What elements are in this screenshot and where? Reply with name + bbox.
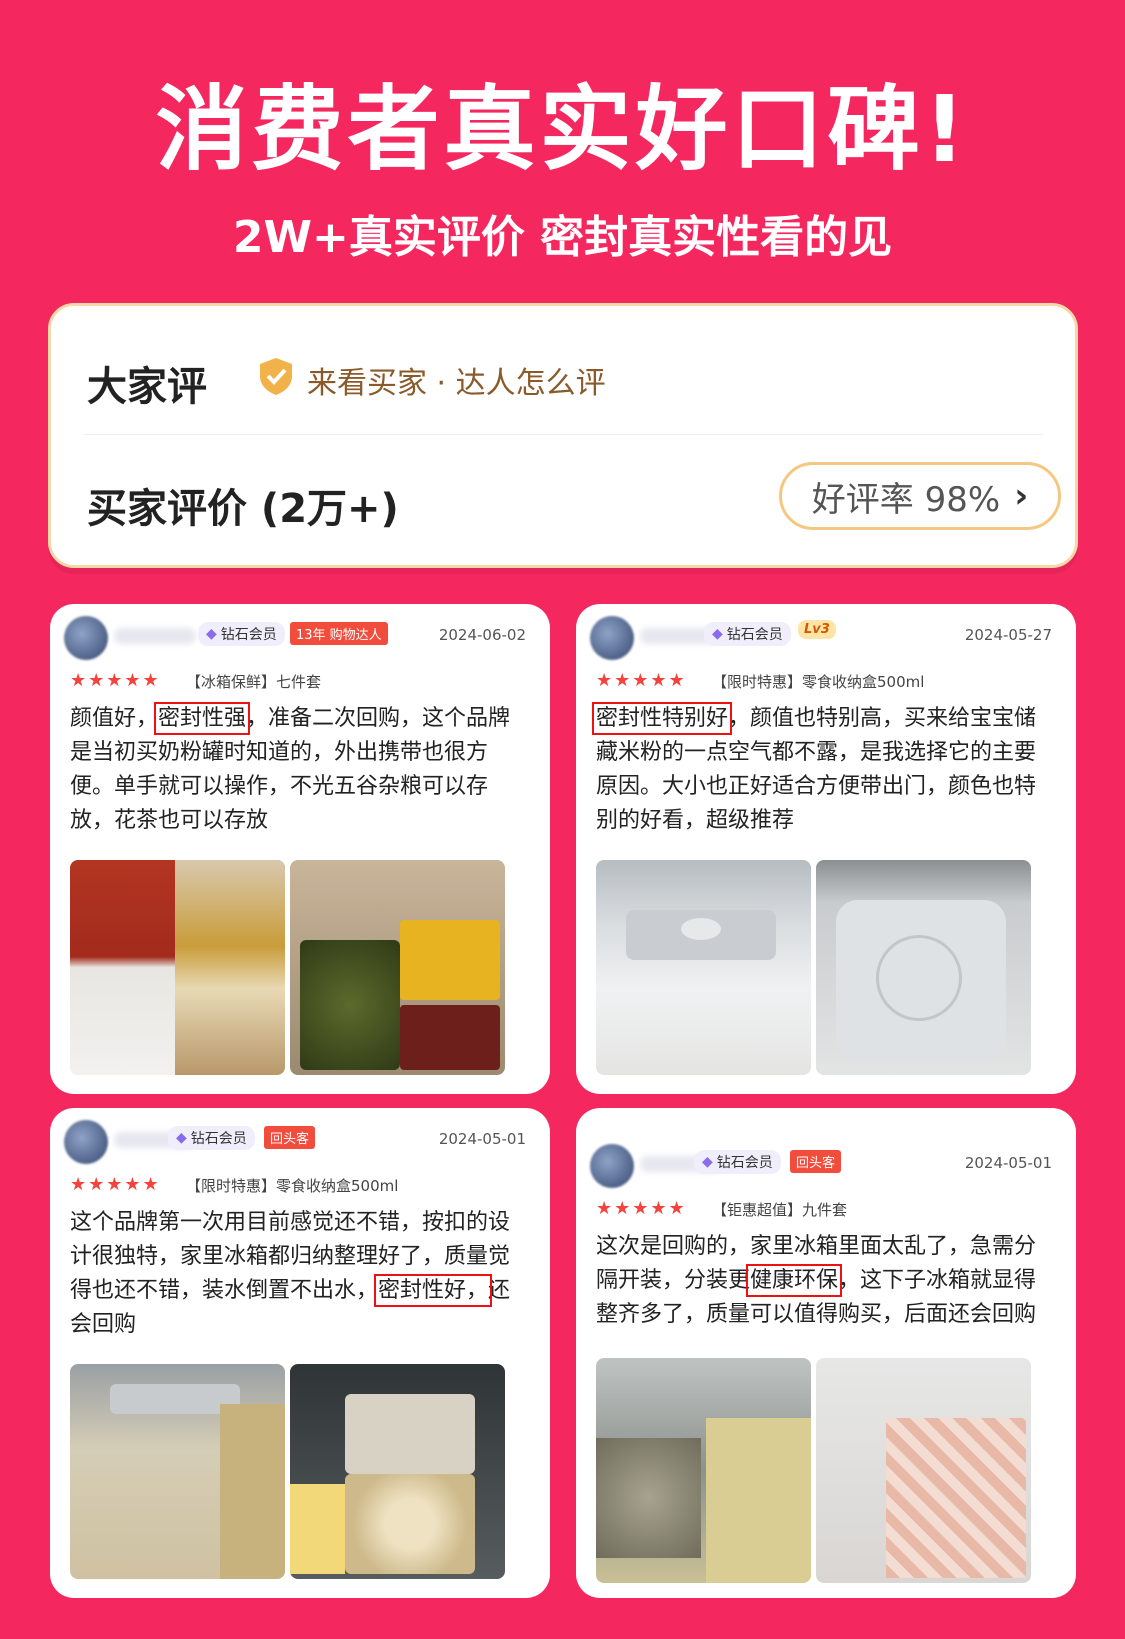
review-card[interactable]: ◆ 钻石会员 13年 购物达人 2024-06-02 ★★★★★ 【冰箱保鲜】七件… — [50, 604, 550, 1094]
positive-rate-button[interactable]: 好评率 98% › — [779, 462, 1061, 530]
review-photo[interactable] — [70, 860, 285, 1075]
diamond-icon: ◆ — [206, 626, 217, 642]
avatar — [590, 1144, 634, 1188]
member-badge: ◆ 钻石会员 — [168, 1126, 255, 1150]
level-badge: Lv3 — [798, 620, 836, 639]
returning-customer-badge: 回头客 — [790, 1150, 842, 1173]
review-summary-panel: 大家评 来看买家 · 达人怎么评 买家评价 (2万+) 好评率 98% › — [48, 303, 1078, 568]
review-date: 2024-06-02 — [438, 626, 526, 644]
avatar — [64, 1120, 108, 1164]
shopper-badge: 13年 购物达人 — [290, 622, 388, 645]
product-variant: 【限时特惠】零食收纳盒500ml — [186, 1177, 399, 1195]
highlight-keyword: 健康环保 — [746, 1264, 843, 1297]
star-rating: ★★★★★ — [596, 670, 687, 691]
shield-check-icon — [260, 358, 292, 395]
review-text: 颜值好，密封性强，准备二次回购，这个品牌是当初买奶粉罐时知道的，外出携带也很方便… — [70, 702, 511, 833]
star-rating: ★★★★★ — [70, 1174, 161, 1195]
review-text: 密封性特别好，颜值也特别高，买来给宝宝储藏米粉的一点空气都不露，是我选择它的主要… — [591, 702, 1037, 833]
member-badge: ◆ 钻石会员 — [694, 1150, 781, 1174]
review-text: 这个品牌第一次用目前感觉还不错，按扣的设计很独特，家里冰箱都归纳整理好了，质量觉… — [70, 1210, 511, 1337]
hero-title: 消费者真实好口碑! — [155, 76, 970, 183]
star-rating: ★★★★★ — [70, 670, 161, 691]
returning-customer-badge: 回头客 — [264, 1126, 316, 1149]
review-count[interactable]: 买家评价 (2万+) — [87, 476, 399, 534]
review-photo[interactable] — [816, 1358, 1031, 1583]
review-date: 2024-05-01 — [438, 1130, 526, 1148]
review-card[interactable]: ◆ 钻石会员 回头客 2024-05-01 ★★★★★ 【限时特惠】零食收纳盒50… — [50, 1108, 550, 1598]
section-title: 大家评 — [87, 364, 207, 410]
review-photo[interactable] — [290, 860, 505, 1075]
review-photo[interactable] — [816, 860, 1031, 1075]
product-variant: 【限时特惠】零食收纳盒500ml — [712, 673, 925, 691]
hero-subtitle: 2W+真实评价 密封真实性看的见 — [232, 212, 893, 263]
member-badge: ◆ 钻石会员 — [704, 622, 791, 646]
member-badge: ◆ 钻石会员 — [198, 622, 285, 646]
section-tag: 来看买家 · 达人怎么评 — [307, 366, 606, 401]
highlight-keyword: 密封性特别好 — [591, 702, 733, 735]
highlight-keyword: 密封性好， — [374, 1274, 493, 1307]
diamond-icon: ◆ — [702, 1154, 713, 1170]
avatar — [590, 616, 634, 660]
highlight-keyword: 密封性强 — [154, 702, 251, 735]
username-blurred — [114, 628, 196, 644]
avatar — [64, 616, 108, 660]
review-photo[interactable] — [596, 1358, 811, 1583]
review-date: 2024-05-27 — [964, 626, 1052, 644]
divider — [83, 434, 1043, 435]
review-text: 这次是回购的，家里冰箱里面太乱了，急需分隔开装，分装更健康环保，这下子冰箱就显得… — [596, 1234, 1037, 1327]
diamond-icon: ◆ — [712, 626, 723, 642]
review-photo[interactable] — [290, 1364, 505, 1579]
product-variant: 【钜惠超值】九件套 — [712, 1201, 848, 1219]
star-rating: ★★★★★ — [596, 1198, 687, 1219]
review-card[interactable]: ◆ 钻石会员 Lv3 2024-05-27 ★★★★★ 【限时特惠】零食收纳盒50… — [576, 604, 1076, 1094]
review-card[interactable]: ◆ 钻石会员 回头客 2024-05-01 ★★★★★ 【钜惠超值】九件套 这次是… — [576, 1108, 1076, 1598]
chevron-right-icon: › — [1014, 476, 1029, 516]
review-date: 2024-05-01 — [964, 1154, 1052, 1172]
review-photo[interactable] — [596, 860, 811, 1075]
diamond-icon: ◆ — [176, 1130, 187, 1146]
review-photo[interactable] — [70, 1364, 285, 1579]
product-variant: 【冰箱保鲜】七件套 — [186, 673, 322, 691]
positive-rate-label: 好评率 98% — [811, 479, 1001, 520]
